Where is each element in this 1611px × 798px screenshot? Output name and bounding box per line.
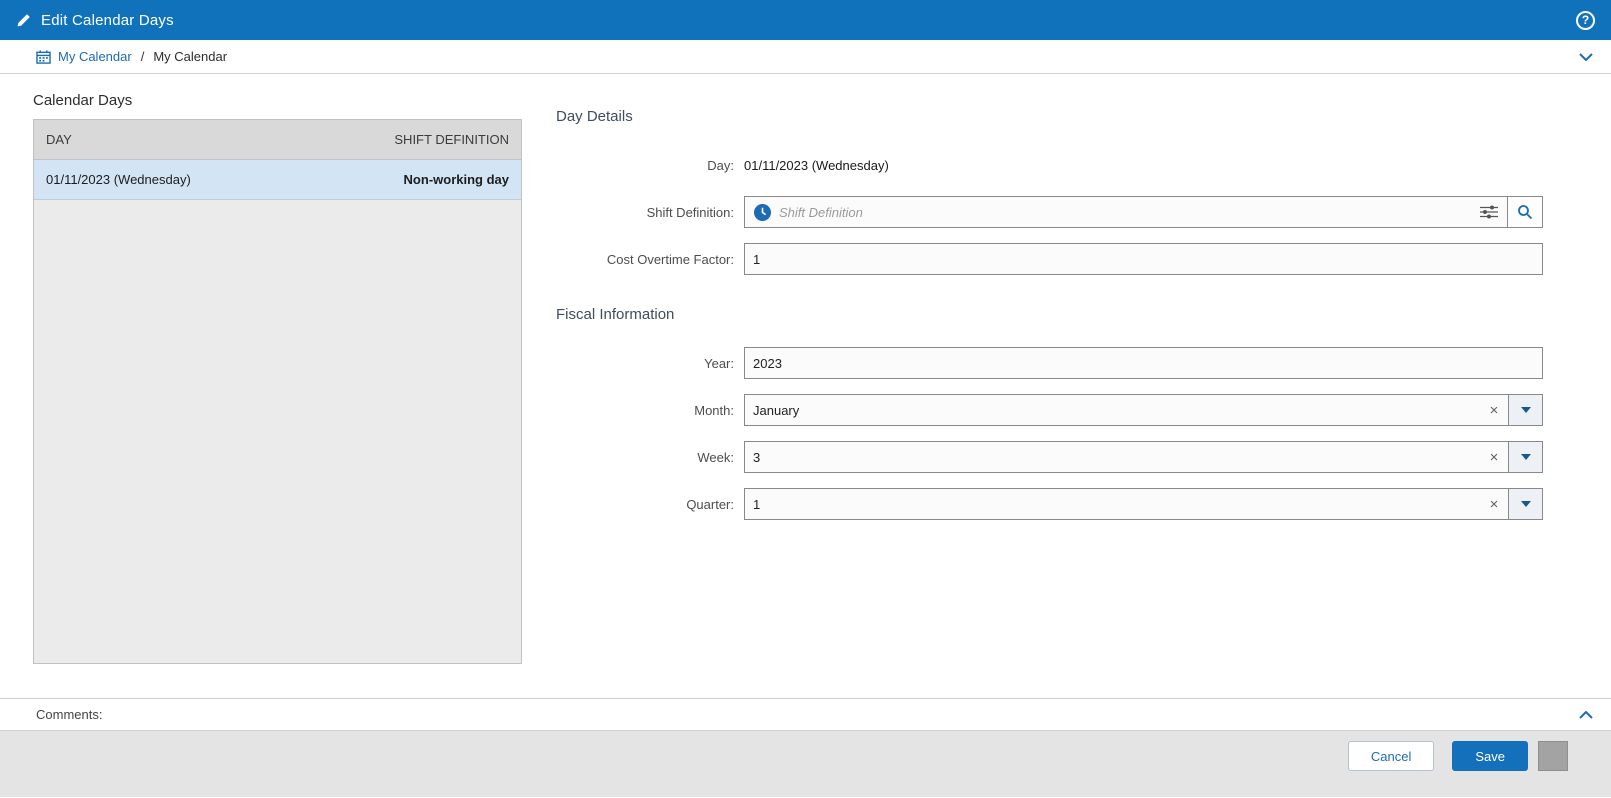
fiscal-information-title: Fiscal Information [556,306,675,323]
month-label: Month: [694,402,734,418]
shift-definition-row: Shift Definition: [556,196,1543,228]
row-shift-definition-value: Non-working day [403,172,509,187]
chevron-down-icon [1520,407,1531,413]
row-day-value: 01/11/2023 (Wednesday) [46,172,191,187]
day-label: Day: [707,157,734,173]
month-clear-icon[interactable]: × [1480,395,1508,425]
day-details-title: Day Details [556,108,633,125]
day-value: 01/11/2023 (Wednesday) [744,157,889,173]
table-row[interactable]: 01/11/2023 (Wednesday) Non-working day [34,160,521,200]
app-header: Edit Calendar Days ? [0,0,1611,40]
day-details-panel: Day Details Day: 01/11/2023 (Wednesday) … [556,74,1543,698]
week-row: Week: × [556,441,1543,473]
breadcrumb-link-my-calendar[interactable]: My Calendar [58,49,132,64]
year-row: Year: [556,347,1543,379]
shift-definition-box [744,196,1508,228]
month-row: Month: × [556,394,1543,426]
year-input[interactable] [744,347,1543,379]
shift-definition-input[interactable] [779,204,1471,220]
comments-label: Comments: [36,707,103,722]
day-row: Day: 01/11/2023 (Wednesday) [556,149,1543,181]
week-label: Week: [697,449,734,465]
cancel-button[interactable]: Cancel [1347,741,1435,771]
help-icon[interactable]: ? [1576,10,1595,30]
month-input[interactable] [745,402,1480,418]
chevron-down-icon [1520,454,1531,460]
cost-overtime-input[interactable] [744,243,1543,275]
quarter-dropdown-button[interactable] [1509,488,1543,520]
shift-type-icon [754,203,771,221]
page-title: Edit Calendar Days [41,11,174,29]
column-header-shift-definition: SHIFT DEFINITION [394,132,509,147]
chevron-up-icon[interactable] [1579,710,1593,719]
column-header-day: DAY [46,132,72,147]
breadcrumb-current: My Calendar [153,49,228,64]
calendar-days-table: DAY SHIFT DEFINITION 01/11/2023 (Wednesd… [33,119,522,664]
month-dropdown-button[interactable] [1509,394,1543,426]
main-content: Calendar Days DAY SHIFT DEFINITION 01/11… [0,74,1611,698]
quarter-row: Quarter: × [556,488,1543,520]
edit-pencil-icon [16,13,31,28]
year-label: Year: [704,355,734,371]
cost-overtime-label: Cost Overtime Factor: [606,251,734,267]
footer-actions: Cancel Save [0,731,1611,797]
chevron-down-icon[interactable] [1579,52,1593,61]
week-input[interactable] [745,449,1480,465]
quarter-label: Quarter: [686,496,734,512]
week-dropdown-button[interactable] [1509,441,1543,473]
chevron-down-icon [1520,501,1531,507]
calendar-days-table-header: DAY SHIFT DEFINITION [34,120,521,160]
week-combo: × [744,441,1509,473]
calendar-days-empty-area [34,200,521,663]
search-icon[interactable] [1507,196,1543,228]
cost-overtime-row: Cost Overtime Factor: [556,243,1543,275]
shift-definition-label: Shift Definition: [646,204,734,220]
quarter-clear-icon[interactable]: × [1480,489,1508,519]
quarter-combo: × [744,488,1509,520]
filter-icon[interactable] [1471,197,1507,227]
calendar-days-title: Calendar Days [33,92,133,109]
save-button[interactable]: Save [1452,741,1528,771]
breadcrumb-separator: / [140,49,145,64]
week-clear-icon[interactable]: × [1480,442,1508,472]
calendar-icon [36,49,51,64]
calendar-days-panel: Calendar Days DAY SHIFT DEFINITION 01/11… [33,92,522,698]
month-combo: × [744,394,1509,426]
resize-grip [1538,741,1568,771]
quarter-input[interactable] [745,496,1480,512]
comments-section[interactable]: Comments: [0,698,1611,731]
breadcrumb: My Calendar / My Calendar [0,40,1611,74]
